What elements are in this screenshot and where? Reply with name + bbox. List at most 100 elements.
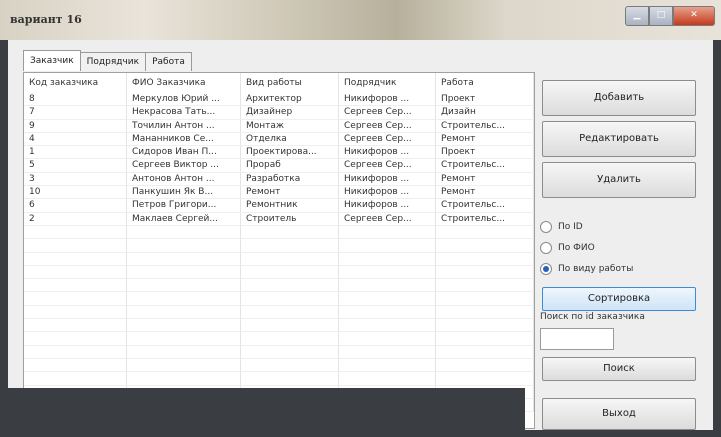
edit-button[interactable]: Редактировать xyxy=(542,121,696,157)
column-header-customer-name[interactable]: ФИО Заказчика xyxy=(126,73,241,93)
table-cell: Некрасова Тать... xyxy=(126,105,241,120)
tab-work[interactable]: Работа xyxy=(145,52,192,71)
table-row[interactable]: 7 Некрасова Тать... Дизайнер Сергеев Сер...… xyxy=(24,105,534,120)
table-cell: Сергеев Сер... xyxy=(338,132,436,147)
table-cell: Проект xyxy=(435,93,534,107)
table-cell: Дизайн xyxy=(435,105,534,120)
empty-cell xyxy=(338,291,436,306)
empty-cell xyxy=(24,291,127,306)
radio-label: По ФИО xyxy=(558,243,595,253)
empty-cell xyxy=(126,238,241,253)
customer-id-search-input[interactable] xyxy=(540,328,614,350)
column-header-work-type[interactable]: Вид работы xyxy=(240,73,339,93)
empty-cell xyxy=(240,345,339,359)
empty-cell xyxy=(240,238,339,253)
empty-cell xyxy=(435,265,534,280)
empty-table-row xyxy=(24,278,534,293)
table-cell: Мананников Се... xyxy=(126,132,241,147)
empty-cell xyxy=(126,371,241,386)
table-cell: Ремонт xyxy=(435,132,534,147)
empty-cell xyxy=(338,318,436,333)
empty-table-row xyxy=(24,345,534,359)
empty-cell xyxy=(338,331,436,346)
empty-cell xyxy=(240,265,339,280)
table-cell: Сергеев Сер... xyxy=(338,105,436,120)
maximize-icon: □ xyxy=(656,10,666,20)
close-button[interactable]: ✕ xyxy=(673,6,715,26)
table-cell: Антонов Антон ... xyxy=(126,172,241,187)
table-cell: Строительс... xyxy=(435,119,534,133)
delete-button[interactable]: Удалить xyxy=(542,162,696,198)
table-cell: Строительс... xyxy=(435,198,534,213)
table-row[interactable]: 5 Сергеев Виктор ... Прораб Сергеев Сер... С… xyxy=(24,158,534,173)
table-cell: Петров Григори... xyxy=(126,198,241,213)
empty-cell xyxy=(435,371,534,386)
radio-indicator xyxy=(540,263,552,275)
empty-cell xyxy=(338,371,436,386)
table-cell: 10 xyxy=(24,185,127,200)
sort-by-work-type-radio[interactable]: По виду работы xyxy=(540,263,633,275)
table-row[interactable]: 10 Панкушин Як В... Ремонт Никифоров ... Рем… xyxy=(24,185,534,200)
column-header-work[interactable]: Работа xyxy=(435,73,534,93)
empty-cell xyxy=(240,225,339,240)
table-cell: Никифоров ... xyxy=(338,145,436,160)
empty-cell xyxy=(435,225,534,240)
table-cell: Никифоров ... xyxy=(338,198,436,213)
table-row[interactable]: 2 Маклаев Сергей... Строитель Сергеев Сер..… xyxy=(24,212,534,226)
empty-cell xyxy=(126,358,241,373)
bottom-strip xyxy=(8,388,525,430)
empty-cell xyxy=(126,318,241,333)
table-row[interactable]: 1 Сидоров Иван П... Проектирова... Никифоро… xyxy=(24,145,534,160)
column-header-customer-code[interactable]: Код заказчика xyxy=(24,73,127,93)
add-button[interactable]: Добавить xyxy=(542,80,696,116)
table-row[interactable]: 9 Точилин Антон ... Монтаж Сергеев Сер... Ст… xyxy=(24,119,534,133)
table-cell: 7 xyxy=(24,105,127,120)
table-cell: Никифоров ... xyxy=(338,185,436,200)
customers-grid[interactable]: Код заказчика ФИО Заказчика Вид работы П… xyxy=(23,72,535,429)
table-cell: Никифоров ... xyxy=(338,172,436,187)
table-cell: Сергеев Сер... xyxy=(338,212,436,226)
sort-button[interactable]: Сортировка xyxy=(542,287,696,311)
window-title: вариант 16 xyxy=(10,13,82,26)
table-row[interactable]: 6 Петров Григори... Ремонтник Никифоров ...… xyxy=(24,198,534,213)
table-cell: 5 xyxy=(24,158,127,173)
tab-customer[interactable]: Заказчик xyxy=(23,50,81,71)
empty-cell xyxy=(24,252,127,266)
table-cell: Сергеев Виктор ... xyxy=(126,158,241,173)
minimize-button[interactable]: ▁ xyxy=(625,6,649,26)
table-cell: Дизайнер xyxy=(240,105,339,120)
search-button[interactable]: Поиск xyxy=(542,357,696,381)
column-header-contractor[interactable]: Подрядчик xyxy=(338,73,436,93)
table-cell: 3 xyxy=(24,172,127,187)
tab-contractor[interactable]: Подрядчик xyxy=(79,52,147,71)
empty-table-row xyxy=(24,291,534,306)
empty-cell xyxy=(126,252,241,266)
empty-cell xyxy=(24,371,127,386)
empty-table-row xyxy=(24,238,534,253)
sort-by-id-radio[interactable]: По ID xyxy=(540,221,583,233)
empty-cell xyxy=(435,278,534,293)
table-cell: Ремонт xyxy=(435,185,534,200)
empty-cell xyxy=(240,318,339,333)
table-cell: Точилин Антон ... xyxy=(126,119,241,133)
close-icon: ✕ xyxy=(690,10,698,20)
table-header-row: Код заказчика ФИО Заказчика Вид работы П… xyxy=(24,73,534,93)
empty-table-row xyxy=(24,252,534,266)
empty-cell xyxy=(24,225,127,240)
table-cell: Никифоров ... xyxy=(338,93,436,107)
empty-cell xyxy=(24,278,127,293)
empty-cell xyxy=(338,265,436,280)
maximize-button[interactable]: □ xyxy=(649,6,673,26)
empty-cell xyxy=(435,238,534,253)
table-row[interactable]: 4 Мананников Се... Отделка Сергеев Сер... Ре… xyxy=(24,132,534,147)
table-row[interactable]: 3 Антонов Антон ... Разработка Никифоров ..… xyxy=(24,172,534,187)
empty-cell xyxy=(435,318,534,333)
table-row[interactable]: 8 Меркулов Юрий ... Архитектор Никифоров ..… xyxy=(24,93,534,107)
sort-by-name-radio[interactable]: По ФИО xyxy=(540,242,595,254)
exit-button[interactable]: Выход xyxy=(542,398,696,430)
table-cell: Ремонт xyxy=(240,185,339,200)
empty-cell xyxy=(24,318,127,333)
table-cell: Проектирова... xyxy=(240,145,339,160)
empty-cell xyxy=(24,358,127,373)
table-cell: Архитектор xyxy=(240,93,339,107)
